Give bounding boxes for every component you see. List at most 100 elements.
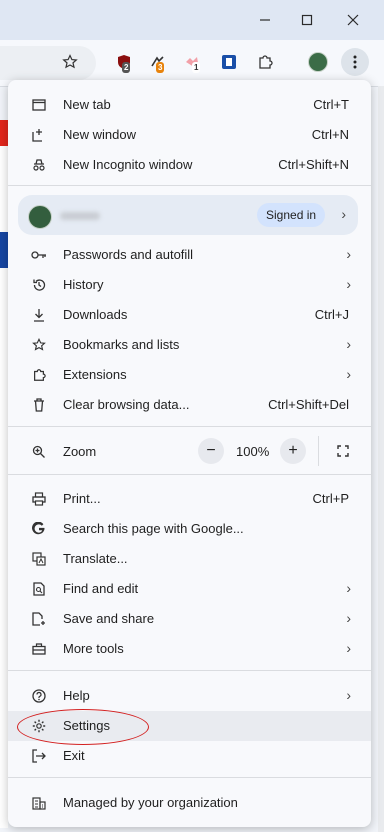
extension-badge: 2 <box>122 62 131 73</box>
shortcut-label: Ctrl+P <box>312 491 349 506</box>
minimize-icon[interactable] <box>255 10 275 30</box>
maximize-icon[interactable] <box>297 10 317 30</box>
passwords-item[interactable]: Passwords and autofill › <box>8 240 371 270</box>
puzzle-icon <box>31 367 47 383</box>
save-share-icon <box>31 611 47 627</box>
window-title-bar <box>0 0 384 40</box>
trash-icon <box>31 397 47 413</box>
menu-item-label: Find and edit <box>63 581 139 596</box>
bookmarks-item[interactable]: Bookmarks and lists › <box>8 330 371 360</box>
search-page-item[interactable]: Search this page with Google... <box>8 514 371 544</box>
zoom-in-button[interactable]: + <box>280 438 306 464</box>
menu-item-label: Translate... <box>63 551 128 566</box>
toolbox-icon <box>31 641 47 657</box>
scrollbar[interactable] <box>378 86 384 832</box>
downloads-item[interactable]: Downloads Ctrl+J <box>8 300 371 330</box>
star-icon[interactable] <box>58 50 82 74</box>
close-icon[interactable] <box>343 10 363 30</box>
history-icon <box>31 277 47 293</box>
divider <box>8 474 371 475</box>
more-tools-item[interactable]: More tools › <box>8 634 371 664</box>
google-icon <box>31 521 47 537</box>
building-icon <box>31 795 47 811</box>
star-icon <box>31 337 47 353</box>
menu-item-label: Managed by your organization <box>63 795 238 810</box>
save-share-item[interactable]: Save and share › <box>8 604 371 634</box>
page-background <box>0 146 8 232</box>
chevron-right-icon: › <box>346 336 351 352</box>
chevron-right-icon: › <box>346 366 351 382</box>
menu-item-label: Save and share <box>63 611 155 626</box>
new-window-icon <box>31 127 47 143</box>
page-background <box>0 120 8 146</box>
zoom-row: Zoom <box>8 437 371 467</box>
print-icon <box>31 491 47 507</box>
divider <box>8 670 371 671</box>
shortcut-label: Ctrl+N <box>311 127 349 142</box>
fullscreen-icon[interactable] <box>330 438 356 464</box>
menu-item-label: Bookmarks and lists <box>63 337 180 352</box>
divider <box>8 777 371 778</box>
find-icon <box>31 581 47 597</box>
puzzle-icon[interactable] <box>253 50 277 74</box>
menu-item-label: Clear browsing data... <box>63 397 190 412</box>
kebab-menu-icon[interactable] <box>341 48 369 76</box>
signed-in-badge: Signed in <box>257 203 326 227</box>
menu-item-label: More tools <box>63 641 124 656</box>
menu-item-label: New Incognito window <box>63 157 193 172</box>
zoom-icon <box>31 444 47 460</box>
print-item[interactable]: Print... Ctrl+P <box>8 484 371 514</box>
menu-item-label: Help <box>63 688 90 703</box>
page-background <box>0 232 8 268</box>
zoom-out-button[interactable]: − <box>198 438 224 464</box>
new-window-item[interactable]: New window Ctrl+N <box>8 120 371 150</box>
incognito-item[interactable]: New Incognito window Ctrl+Shift+N <box>8 150 371 180</box>
menu-item-label: Passwords and autofill <box>63 247 194 262</box>
shortcut-label: Ctrl+Shift+Del <box>268 397 349 412</box>
extension-badge: 3 <box>156 62 165 73</box>
menu-item-label: Extensions <box>63 367 127 382</box>
new-tab-item[interactable]: New tab Ctrl+T <box>8 90 371 120</box>
divider <box>8 185 371 186</box>
divider <box>318 436 319 466</box>
find-edit-item[interactable]: Find and edit › <box>8 574 371 604</box>
chevron-right-icon: › <box>346 610 351 626</box>
help-item[interactable]: Help › <box>8 681 371 711</box>
translate-icon <box>31 551 47 567</box>
extension-icon[interactable]: 1 <box>180 50 204 74</box>
exit-item[interactable]: Exit <box>8 741 371 771</box>
menu-item-label: New tab <box>63 97 111 112</box>
translate-item[interactable]: Translate... <box>8 544 371 574</box>
menu-item-label: Exit <box>63 748 85 763</box>
minus-icon: − <box>206 442 216 459</box>
avatar[interactable] <box>306 50 330 74</box>
ublock-icon[interactable]: 2 <box>112 50 136 74</box>
shortcut-label: Ctrl+J <box>314 307 349 322</box>
extension-icon[interactable]: 3 <box>146 50 170 74</box>
menu-item-label: Search this page with Google... <box>63 521 244 536</box>
highlight-circle <box>17 709 149 745</box>
tab-icon <box>31 97 47 113</box>
chevron-right-icon: › <box>346 687 351 703</box>
managed-item[interactable]: Managed by your organization <box>8 788 371 818</box>
menu-item-label: History <box>63 277 104 292</box>
profile-row[interactable]: Signed in › <box>18 195 358 235</box>
extension-icon[interactable] <box>217 50 241 74</box>
extensions-item[interactable]: Extensions › <box>8 360 371 390</box>
chevron-right-icon: › <box>346 246 351 262</box>
menu-item-label: Downloads <box>63 307 128 322</box>
divider <box>8 426 371 427</box>
help-icon <box>31 688 47 704</box>
extension-badge: 1 <box>192 62 201 73</box>
chevron-right-icon: › <box>341 206 346 222</box>
zoom-level: 100% <box>236 444 270 459</box>
key-icon <box>31 247 47 263</box>
profile-name-blurred <box>60 212 100 220</box>
download-icon <box>31 307 47 323</box>
history-item[interactable]: History › <box>8 270 371 300</box>
chevron-right-icon: › <box>346 580 351 596</box>
chevron-right-icon: › <box>346 640 351 656</box>
plus-icon: + <box>288 442 298 459</box>
menu-item-label: Zoom <box>63 444 97 459</box>
clear-browsing-data-item[interactable]: Clear browsing data... Ctrl+Shift+Del <box>8 390 371 420</box>
